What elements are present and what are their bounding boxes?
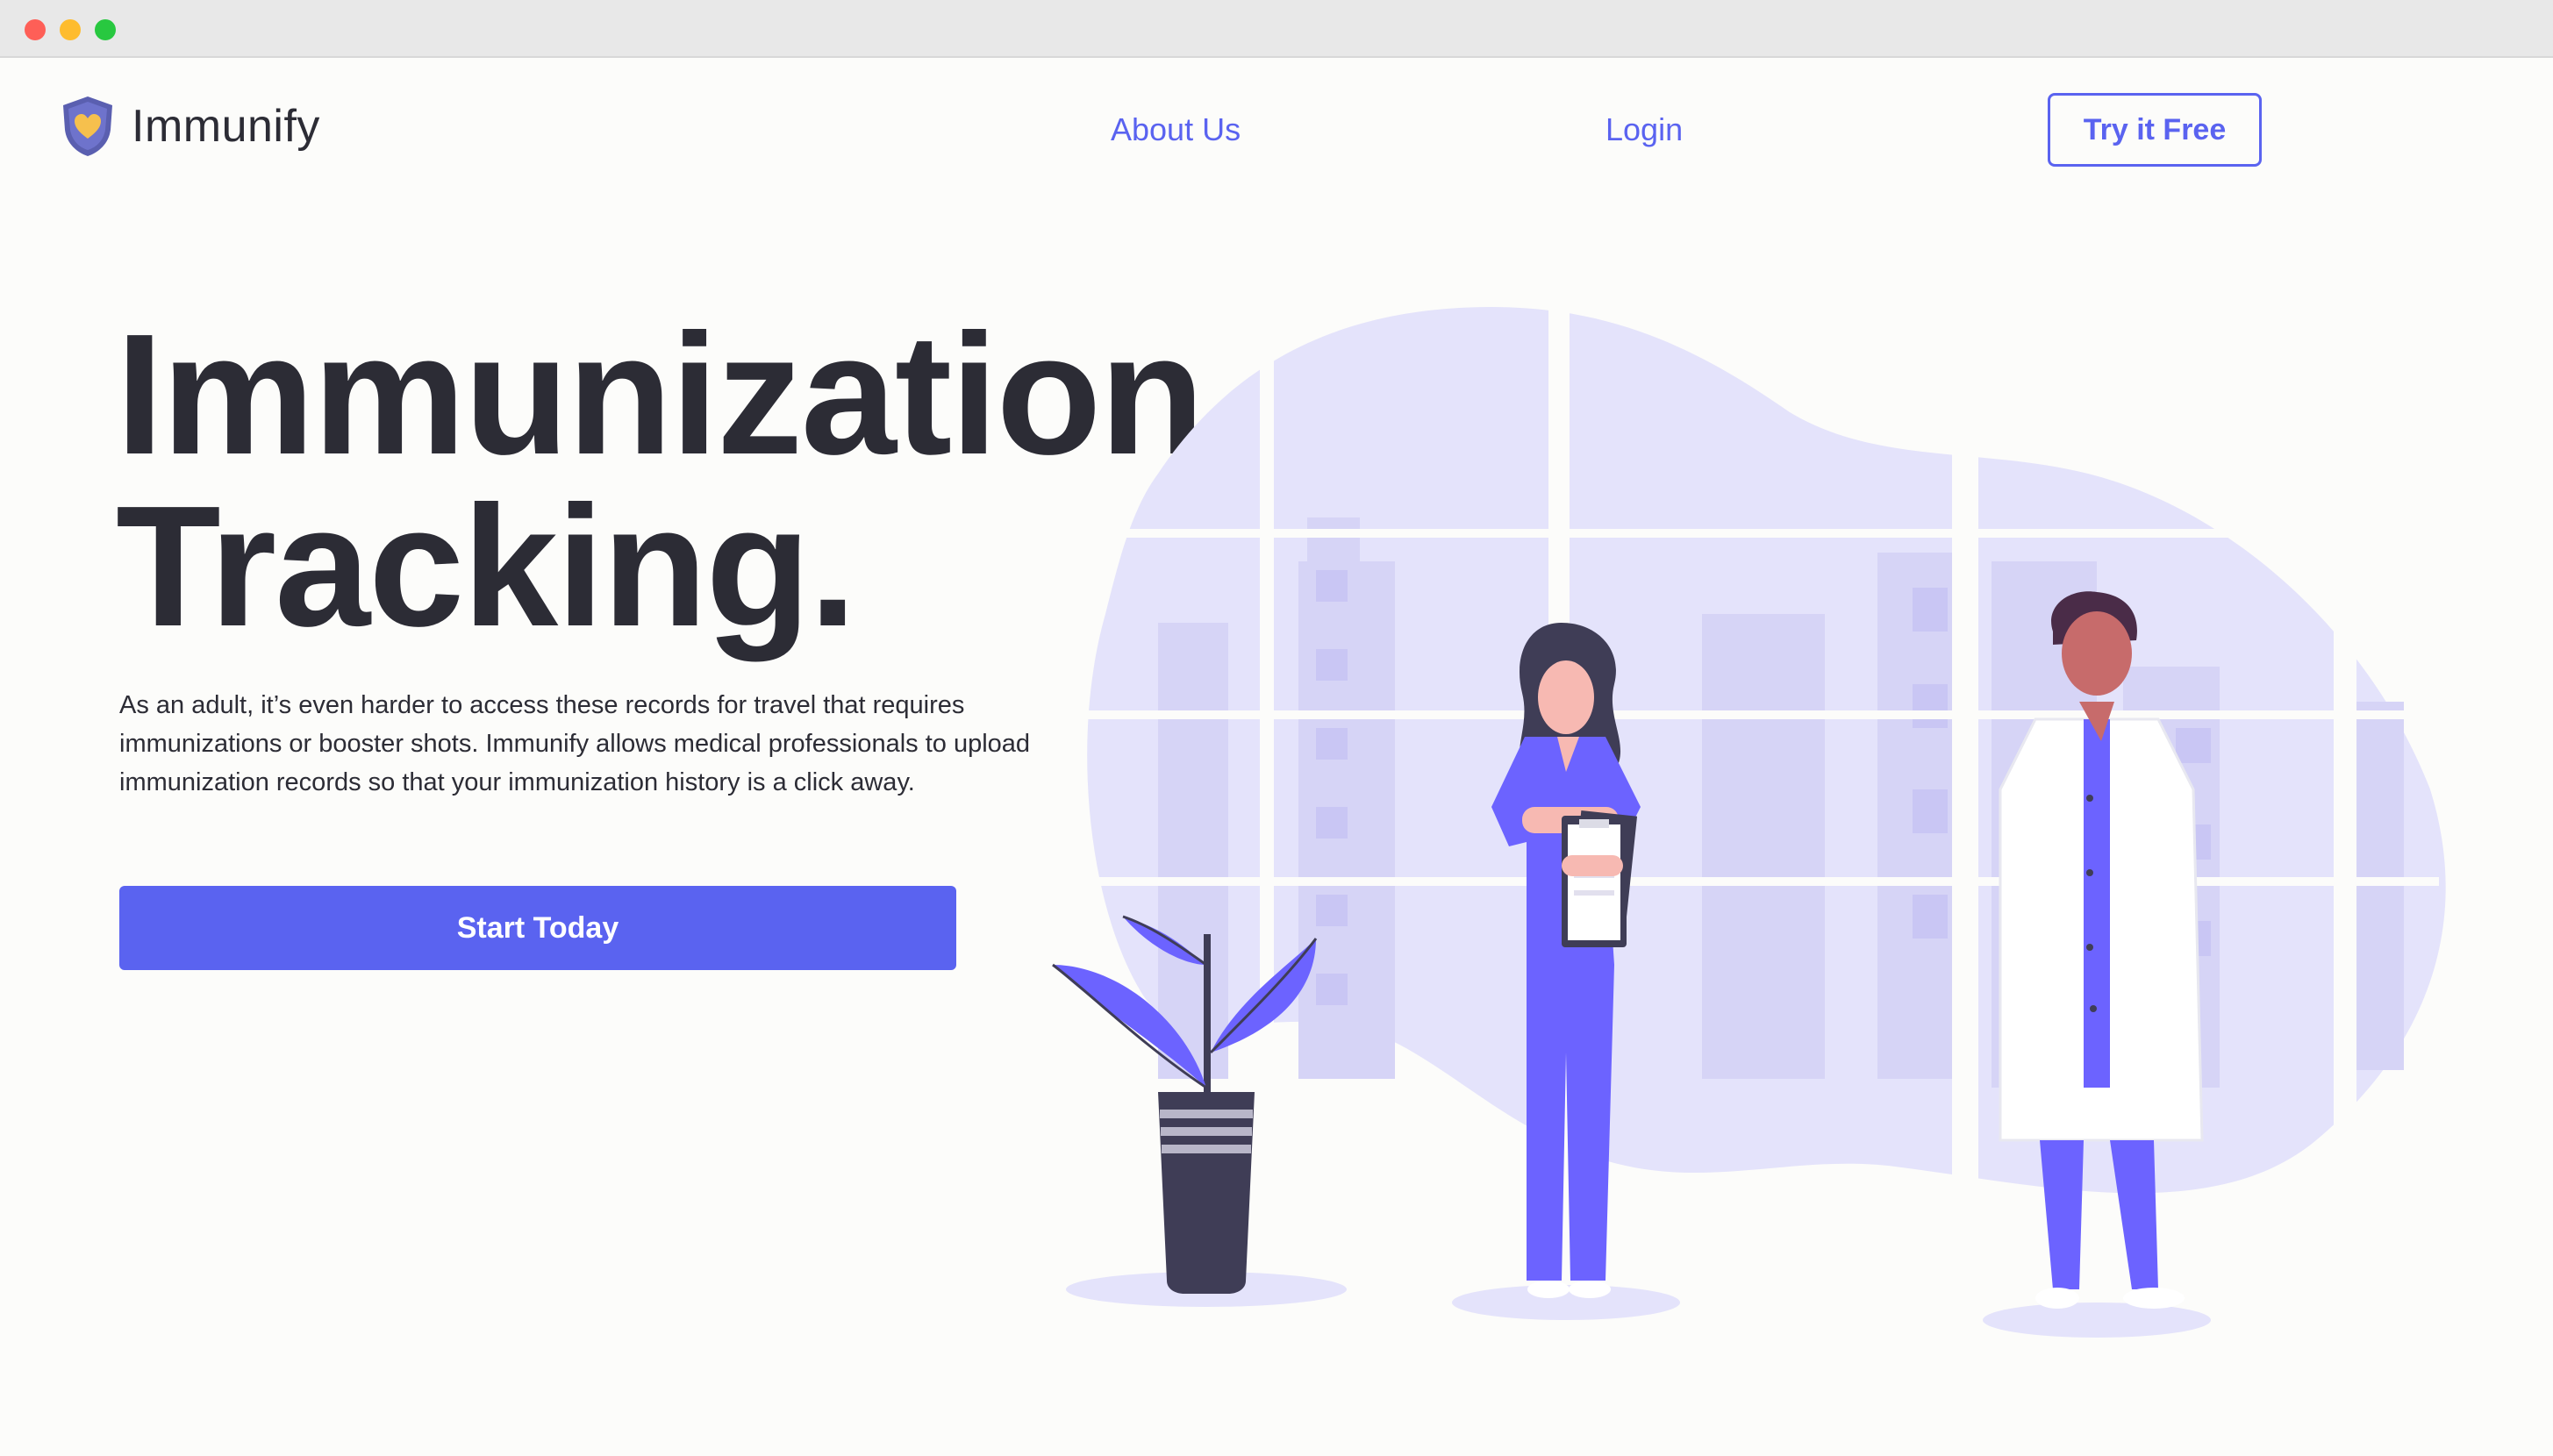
nav-login-link[interactable]: Login	[1605, 109, 1683, 151]
brand-name: Immunify	[132, 101, 320, 152]
maximize-window-button[interactable]	[95, 19, 116, 40]
shield-heart-icon	[63, 96, 112, 156]
nav-about-us-link[interactable]: About Us	[1111, 109, 1241, 151]
close-window-button[interactable]	[25, 19, 46, 40]
window-titlebar	[0, 0, 2553, 58]
start-today-button[interactable]: Start Today	[119, 886, 956, 970]
hero-description: As an adult, it’s even harder to access …	[119, 691, 1031, 796]
hero-illustration	[1052, 298, 2446, 1338]
try-it-free-button[interactable]: Try it Free	[2048, 93, 2262, 167]
minimize-window-button[interactable]	[60, 19, 81, 40]
brand-logo-link[interactable]: Immunify	[60, 95, 320, 158]
